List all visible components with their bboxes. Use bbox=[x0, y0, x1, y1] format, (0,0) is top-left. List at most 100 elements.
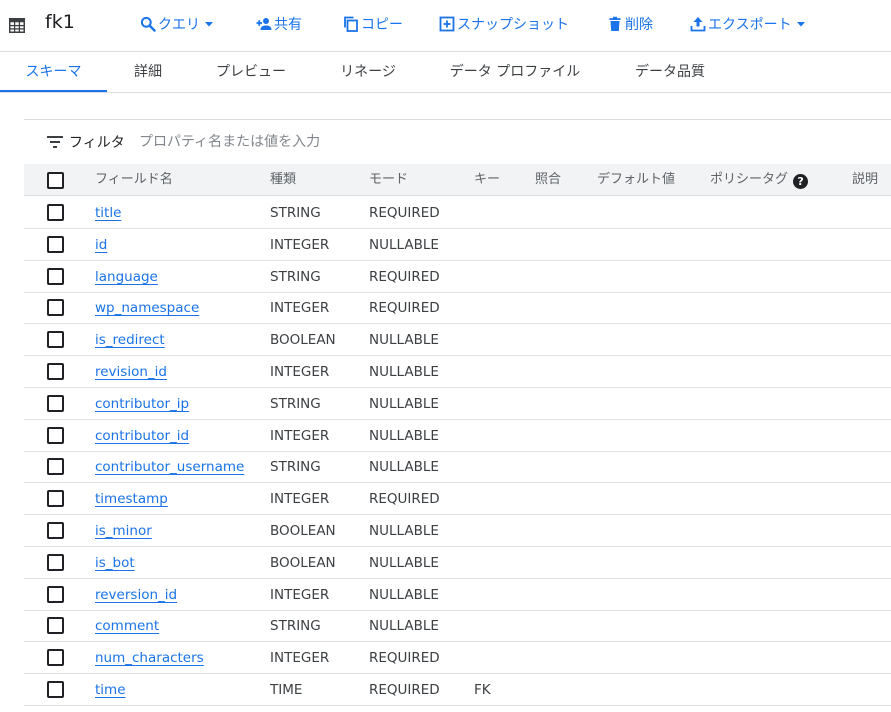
field-type-cell: STRING bbox=[270, 395, 321, 412]
row-checkbox[interactable] bbox=[47, 394, 64, 412]
row-checkbox[interactable] bbox=[47, 458, 64, 476]
field-name-cell: title bbox=[95, 197, 121, 229]
export-button-label: エクスポート bbox=[708, 17, 792, 33]
field-type-cell: STRING bbox=[270, 459, 321, 476]
field-type-cell: BOOLEAN bbox=[270, 523, 336, 539]
row-checkbox[interactable] bbox=[47, 649, 64, 667]
row-checkbox[interactable] bbox=[47, 490, 64, 508]
field-name-link[interactable]: num_characters bbox=[95, 650, 204, 666]
field-mode-cell: NULLABLE bbox=[369, 364, 439, 380]
top-bar: fk1 クエリ 共有 コピー スナップショット 削除 エクスポート bbox=[0, 0, 891, 50]
filter-icon bbox=[47, 136, 63, 148]
field-name-cell: is_bot bbox=[95, 547, 135, 579]
filter-input[interactable] bbox=[139, 130, 539, 154]
field-name-cell: contributor_ip bbox=[95, 388, 189, 420]
row-checkbox[interactable] bbox=[47, 235, 64, 253]
column-header-default-value[interactable]: デフォルト値 bbox=[597, 164, 675, 196]
column-header-key[interactable]: キー bbox=[474, 164, 500, 196]
field-mode-cell: NULLABLE bbox=[369, 395, 439, 412]
field-mode-cell: NULLABLE bbox=[369, 236, 439, 253]
field-type-cell: BOOLEAN bbox=[270, 554, 336, 571]
select-all-checkbox[interactable] bbox=[47, 172, 64, 189]
field-mode-cell: NULLABLE bbox=[369, 554, 439, 571]
field-name-link[interactable]: id bbox=[95, 237, 107, 253]
snapshot-button[interactable]: スナップショット bbox=[439, 14, 569, 34]
row-checkbox[interactable] bbox=[47, 363, 64, 380]
help-icon[interactable]: ? bbox=[793, 174, 809, 189]
table-row: timestamp INTEGER REQUIRED bbox=[24, 483, 891, 516]
copy-button-label: コピー bbox=[361, 17, 403, 33]
field-type-cell: INTEGER bbox=[270, 491, 330, 508]
policy-tag-label: ポリシータグ bbox=[710, 172, 789, 187]
tab-data-quality[interactable]: データ品質 bbox=[622, 52, 718, 92]
tab-lineage[interactable]: リネージ bbox=[330, 52, 406, 92]
field-name-cell: is_minor bbox=[95, 515, 152, 547]
field-type-cell: STRING bbox=[270, 205, 321, 221]
field-name-cell: id bbox=[95, 229, 107, 261]
chevron-down-icon bbox=[796, 22, 805, 27]
field-name-cell: is_redirect bbox=[95, 324, 165, 356]
upload-icon bbox=[690, 17, 706, 32]
delete-button[interactable]: 削除 bbox=[607, 14, 653, 34]
snapshot-button-label: スナップショット bbox=[457, 17, 569, 33]
field-mode-cell: NULLABLE bbox=[369, 332, 439, 349]
share-button[interactable]: 共有 bbox=[256, 14, 302, 34]
field-name-link[interactable]: is_minor bbox=[95, 523, 152, 539]
copy-button[interactable]: コピー bbox=[343, 14, 403, 34]
column-header-collation[interactable]: 照合 bbox=[535, 164, 561, 196]
field-mode-cell: REQUIRED bbox=[369, 491, 440, 508]
row-checkbox[interactable] bbox=[47, 681, 64, 698]
table-row: revision_id INTEGER NULLABLE bbox=[24, 356, 891, 388]
tabs-divider bbox=[0, 92, 891, 93]
export-button[interactable]: エクスポート bbox=[690, 14, 806, 34]
row-checkbox[interactable] bbox=[47, 299, 64, 317]
tab-details[interactable]: 詳細 bbox=[123, 52, 173, 92]
field-name-link[interactable]: contributor_username bbox=[95, 459, 244, 475]
field-type-cell: INTEGER bbox=[270, 586, 330, 603]
row-checkbox[interactable] bbox=[47, 267, 64, 285]
table-icon bbox=[9, 18, 25, 33]
field-type-cell: STRING bbox=[270, 268, 321, 285]
row-checkbox[interactable] bbox=[47, 585, 64, 603]
tab-preview[interactable]: プレビュー bbox=[206, 52, 296, 92]
column-header-field-name[interactable]: フィールド名 bbox=[95, 164, 173, 196]
table-row: is_minor BOOLEAN NULLABLE bbox=[24, 515, 891, 547]
field-name-link[interactable]: contributor_id bbox=[95, 428, 189, 444]
field-name-link[interactable]: is_bot bbox=[95, 555, 135, 571]
copy-icon bbox=[344, 16, 358, 32]
query-button[interactable]: クエリ bbox=[140, 14, 214, 34]
column-header-type[interactable]: 種類 bbox=[270, 164, 296, 196]
field-name-link[interactable]: revision_id bbox=[95, 364, 167, 380]
field-mode-cell: NULLABLE bbox=[369, 427, 439, 444]
field-name-link[interactable]: comment bbox=[95, 618, 159, 634]
column-header-mode[interactable]: モード bbox=[369, 164, 408, 196]
field-name-cell: num_characters bbox=[95, 642, 204, 674]
row-checkbox[interactable] bbox=[47, 522, 64, 539]
field-name-link[interactable]: reversion_id bbox=[95, 587, 177, 603]
tab-data-profile[interactable]: データ プロファイル bbox=[440, 52, 590, 92]
tab-schema[interactable]: スキーマ bbox=[0, 52, 107, 92]
row-checkbox[interactable] bbox=[47, 617, 64, 635]
row-checkbox[interactable] bbox=[47, 426, 64, 444]
row-checkbox[interactable] bbox=[47, 331, 64, 349]
row-checkbox[interactable] bbox=[47, 204, 64, 221]
field-name-link[interactable]: time bbox=[95, 682, 126, 698]
field-name-link[interactable]: title bbox=[95, 205, 121, 221]
field-mode-cell: NULLABLE bbox=[369, 523, 439, 539]
table-row: wp_namespace INTEGER REQUIRED bbox=[24, 292, 891, 325]
field-name-link[interactable]: timestamp bbox=[95, 491, 168, 507]
field-type-cell: BOOLEAN bbox=[270, 332, 336, 349]
table-header: フィールド名 種類 モード キー 照合 デフォルト値 ポリシータグ? 説明 bbox=[24, 164, 891, 196]
field-name-link[interactable]: contributor_ip bbox=[95, 396, 189, 412]
column-header-description[interactable]: 説明 bbox=[852, 164, 878, 196]
table-row: language STRING REQUIRED bbox=[24, 261, 891, 293]
share-button-label: 共有 bbox=[274, 17, 302, 33]
row-checkbox[interactable] bbox=[47, 553, 64, 571]
table-row: time TIME REQUIRED FK bbox=[24, 674, 891, 706]
chevron-down-icon bbox=[205, 22, 213, 27]
field-name-link[interactable]: is_redirect bbox=[95, 332, 165, 348]
field-name-link[interactable]: language bbox=[95, 269, 158, 285]
column-header-policy-tag[interactable]: ポリシータグ? bbox=[710, 164, 809, 196]
field-name-link[interactable]: wp_namespace bbox=[95, 300, 199, 316]
field-mode-cell: REQUIRED bbox=[369, 268, 440, 285]
